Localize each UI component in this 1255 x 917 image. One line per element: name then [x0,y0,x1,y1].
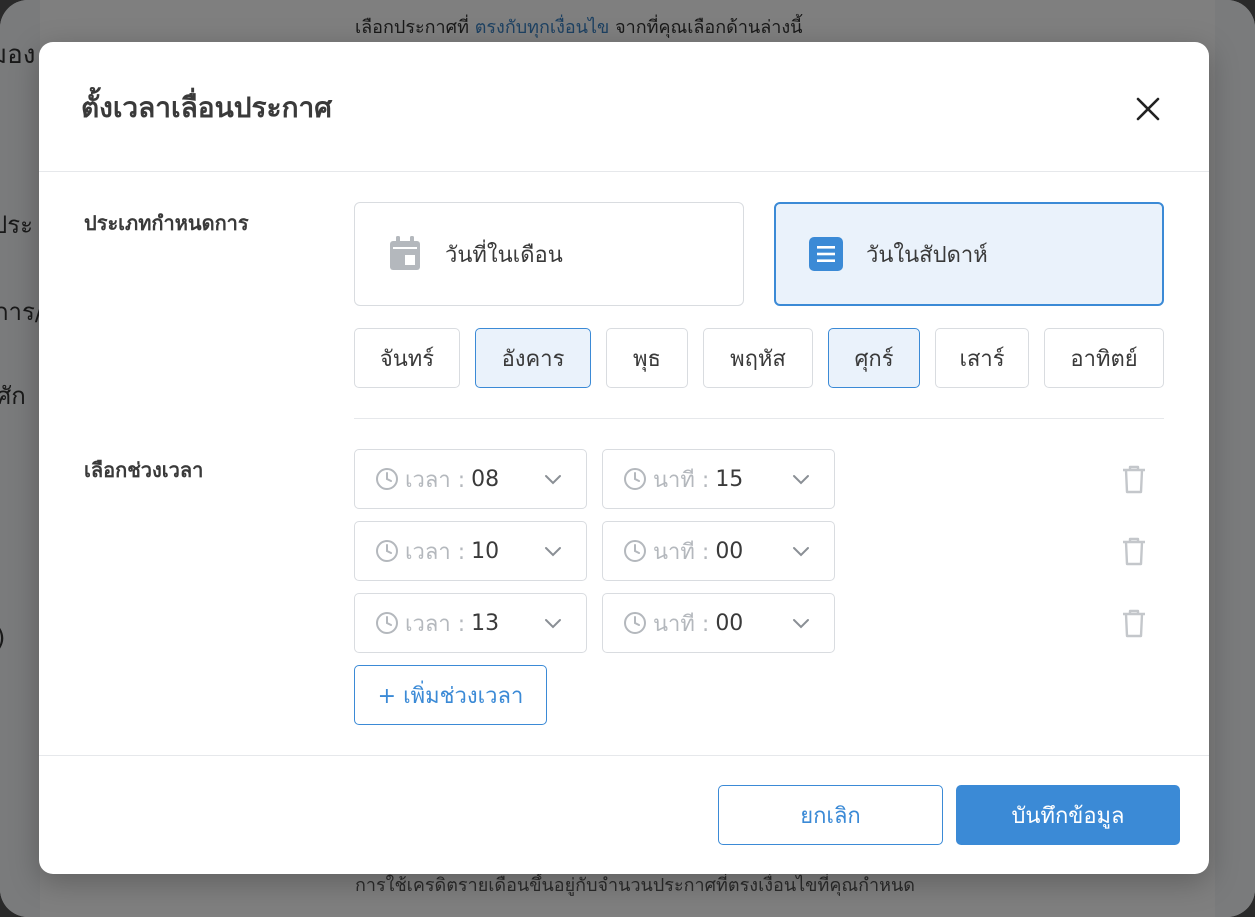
schedule-type-day-of-week[interactable]: วันในสัปดาห์ [774,202,1164,306]
schedule-type-label: ประเภทกำหนดการ [84,211,249,235]
modal-header: ตั้งเวลาเลื่อนประกาศ [39,42,1209,172]
clock-icon [376,540,398,562]
day-sunday-button[interactable]: อาทิตย์ [1044,328,1164,388]
delete-slot-button[interactable] [1121,464,1147,494]
minute-select[interactable]: นาที : 00 [602,593,835,653]
hour-select[interactable]: เวลา : 13 [354,593,587,653]
trash-icon [1123,465,1145,494]
footer-divider [39,755,1209,756]
day-friday-button[interactable]: ศุกร์ [828,328,920,388]
chevron-down-icon [793,619,809,629]
section-divider [354,418,1164,419]
calendar-icon [387,236,423,272]
minute-prefix: นาที : [653,611,710,637]
clock-icon [376,468,398,490]
clock-icon [624,540,646,562]
chevron-down-icon [545,475,561,485]
cancel-button[interactable]: ยกเลิก [718,785,943,845]
hour-prefix: เวลา : [405,539,466,565]
add-time-slot-button[interactable]: + เพิ่มช่วงเวลา [354,665,547,725]
delete-slot-button[interactable] [1121,536,1147,566]
clock-icon [624,468,646,490]
minute-select[interactable]: นาที : 15 [602,449,835,509]
list-icon [808,236,844,272]
minute-prefix: นาที : [653,467,710,493]
minute-value: 00 [715,610,744,636]
day-thursday-button[interactable]: พฤหัส [703,328,813,388]
close-icon [1136,97,1160,121]
hour-select[interactable]: เวลา : 10 [354,521,587,581]
schedule-type-label-text: วันที่ในเดือน [445,242,563,268]
chevron-down-icon [793,475,809,485]
trash-icon [1123,537,1145,566]
minute-value: 00 [715,538,744,564]
chevron-down-icon [545,547,561,557]
day-tuesday-button[interactable]: อังคาร [475,328,591,388]
delete-slot-button[interactable] [1121,608,1147,638]
modal-title: ตั้งเวลาเลื่อนประกาศ [81,91,333,124]
hour-value: 13 [471,610,500,636]
trash-icon [1123,609,1145,638]
close-button[interactable] [1133,94,1163,124]
hour-select[interactable]: เวลา : 08 [354,449,587,509]
hour-prefix: เวลา : [405,467,466,493]
minute-select[interactable]: นาที : 00 [602,521,835,581]
schedule-type-day-of-month[interactable]: วันที่ในเดือน [354,202,744,306]
time-range-label: เลือกช่วงเวลา [84,458,204,482]
hour-prefix: เวลา : [405,611,466,637]
day-saturday-button[interactable]: เสาร์ [935,328,1029,388]
day-monday-button[interactable]: จันทร์ [354,328,460,388]
schedule-modal: ตั้งเวลาเลื่อนประกาศ ประเภทกำหนดการ วันท… [39,42,1209,874]
minute-prefix: นาที : [653,539,710,565]
hour-value: 10 [471,538,500,564]
clock-icon [624,612,646,634]
hour-value: 08 [471,466,500,492]
day-wednesday-button[interactable]: พุธ [606,328,688,388]
schedule-type-label-text: วันในสัปดาห์ [866,242,988,268]
clock-icon [376,612,398,634]
minute-value: 15 [715,466,744,492]
chevron-down-icon [793,547,809,557]
save-button[interactable]: บันทึกข้อมูล [956,785,1180,845]
chevron-down-icon [545,619,561,629]
